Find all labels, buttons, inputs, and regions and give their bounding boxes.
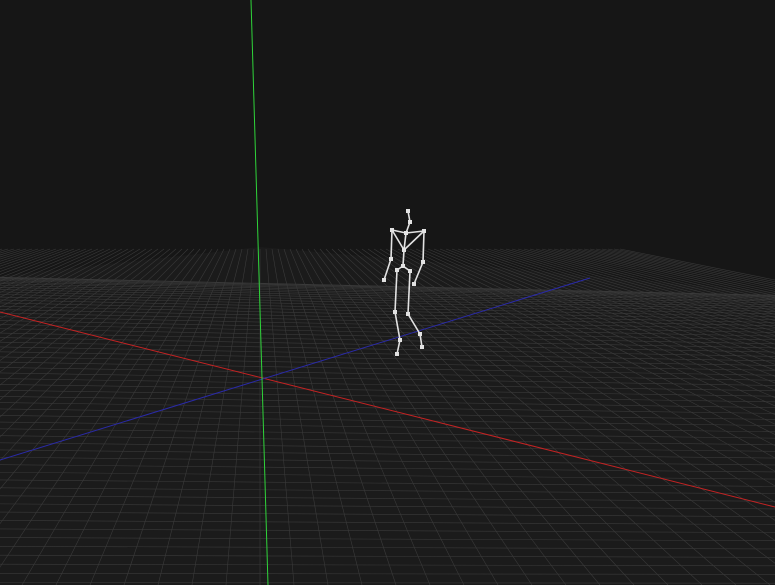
skeleton-joint-rank[interactable] bbox=[418, 332, 422, 336]
skeleton-joint-rhand[interactable] bbox=[412, 282, 416, 286]
skeleton-joint-lelb[interactable] bbox=[389, 257, 393, 261]
skeleton-joint-rknee[interactable] bbox=[406, 312, 410, 316]
skeleton-joint-neck[interactable] bbox=[408, 220, 412, 224]
skeleton-joint-relb[interactable] bbox=[421, 260, 425, 264]
skeleton-joint-lhip[interactable] bbox=[395, 268, 399, 272]
skeleton-joint-lknee[interactable] bbox=[393, 310, 397, 314]
skeleton-joint-rhip[interactable] bbox=[408, 269, 412, 273]
skeleton-joint-rfoot[interactable] bbox=[420, 345, 424, 349]
skeleton-bone bbox=[402, 249, 405, 267]
skeleton-joint-chest[interactable] bbox=[404, 231, 408, 235]
skeleton-bone bbox=[390, 229, 393, 260]
skeleton-joint-head[interactable] bbox=[406, 209, 410, 213]
skeleton-joint-hip[interactable] bbox=[401, 264, 405, 268]
3d-viewport[interactable] bbox=[0, 0, 775, 585]
skeleton-joint-lank[interactable] bbox=[398, 338, 402, 342]
skeleton-joint-spine[interactable] bbox=[402, 248, 406, 252]
scene-canvas[interactable] bbox=[0, 0, 775, 585]
skeleton-bone bbox=[422, 230, 425, 263]
skeleton-joint-lhand[interactable] bbox=[382, 278, 386, 282]
skeleton-joint-rsh[interactable] bbox=[422, 229, 426, 233]
skeleton-joint-lfoot[interactable] bbox=[395, 352, 399, 356]
skeleton-joint-lsh[interactable] bbox=[390, 228, 394, 232]
